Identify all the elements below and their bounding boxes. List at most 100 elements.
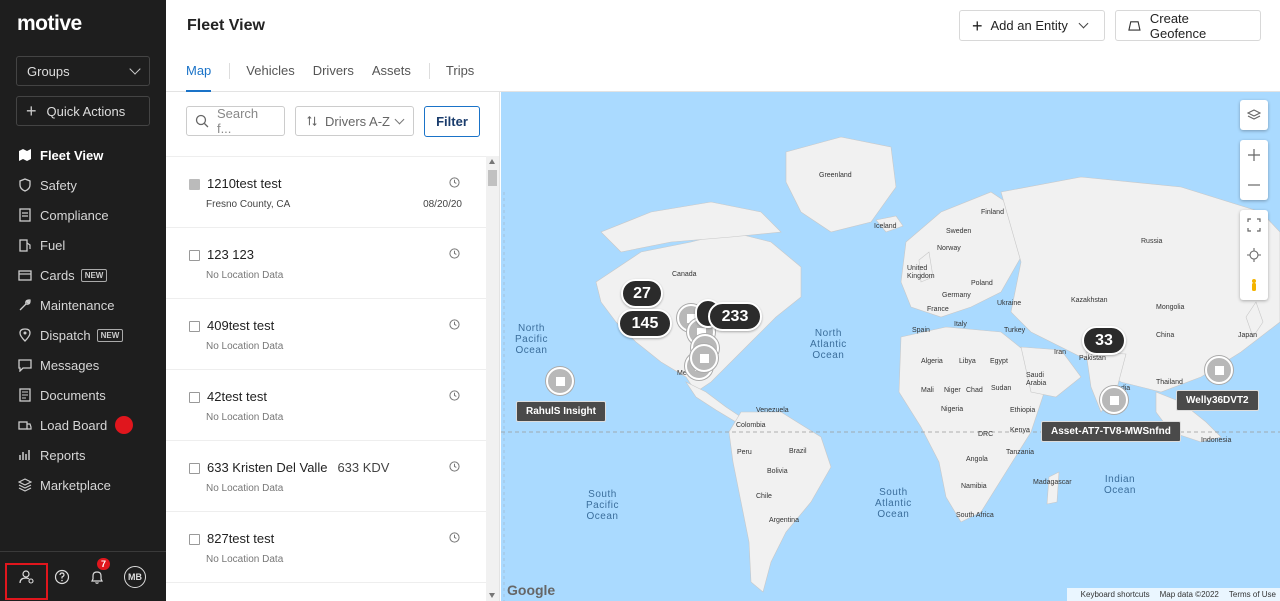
country-label: Brazil	[789, 448, 807, 455]
driver-name: 42test test	[207, 389, 267, 404]
sidebar-item-label: Load Board	[40, 417, 108, 433]
locate-button[interactable]	[1240, 240, 1268, 270]
file-icon	[18, 388, 32, 402]
terms-link[interactable]: Terms of Use	[1229, 590, 1276, 599]
keyboard-shortcuts-link[interactable]: Keyboard shortcuts	[1081, 590, 1150, 599]
zoom-in-button[interactable]	[1240, 140, 1268, 170]
sidebar-item-dispatch[interactable]: Dispatch NEW	[0, 320, 166, 350]
scroll-down-icon[interactable]	[489, 593, 495, 598]
shield-icon	[18, 178, 32, 192]
row-checkbox[interactable]	[189, 250, 200, 261]
tab-assets[interactable]: Assets	[372, 63, 411, 92]
tab-trips[interactable]: Trips	[446, 63, 474, 92]
sort-icon	[307, 115, 317, 127]
layers-control[interactable]	[1240, 100, 1268, 130]
sidebar-item-marketplace[interactable]: Marketplace	[0, 470, 166, 500]
scroll-up-icon[interactable]	[489, 159, 495, 164]
scroll-thumb[interactable]	[488, 170, 497, 186]
tab-drivers[interactable]: Drivers	[313, 63, 354, 92]
row-checkbox[interactable]	[189, 463, 200, 474]
chart-icon	[18, 448, 32, 462]
country-label: Iran	[1054, 349, 1067, 356]
vehicle-marker[interactable]	[690, 344, 718, 372]
country-label: Iceland	[874, 223, 897, 230]
list-item[interactable]: 409test test No Location Data	[166, 299, 486, 370]
vehicle-cluster[interactable]: 33	[1082, 326, 1126, 355]
row-checkbox[interactable]	[189, 392, 200, 403]
layers-icon	[1240, 100, 1268, 130]
quick-actions-button[interactable]: + Quick Actions	[16, 96, 150, 126]
add-entity-button[interactable]: + Add an Entity	[959, 10, 1105, 41]
avatar: MB	[124, 566, 146, 588]
sidebar-item-fuel[interactable]: Fuel	[0, 230, 166, 260]
sidebar-item-label: Compliance	[40, 207, 109, 223]
driver-name: 827test test	[207, 531, 275, 546]
asset-label[interactable]: Welly36DVT2	[1176, 390, 1259, 411]
tab-vehicles[interactable]: Vehicles	[246, 63, 294, 92]
asset-label[interactable]: RahulS Insight	[516, 401, 606, 422]
list-item[interactable]: 1210test test Fresno County, CA 08/20/20	[166, 157, 486, 228]
sidebar-item-load-board[interactable]: Load Board	[0, 410, 166, 440]
country-label: Saudi Arabia	[1026, 372, 1047, 387]
row-checkbox[interactable]	[189, 179, 200, 190]
list-item[interactable]: 633 Kristen Del Valle 633 KDV No Location…	[166, 441, 486, 512]
motive-logo[interactable]: motive	[17, 12, 82, 36]
zoom-out-button[interactable]	[1240, 170, 1268, 200]
list-item[interactable]: 827test test No Location Data	[166, 512, 486, 583]
country-label: Egypt	[990, 358, 1008, 365]
quick-actions-label: Quick Actions	[46, 103, 126, 119]
ocean-label: Indian Ocean	[1104, 474, 1136, 496]
groups-dropdown[interactable]: Groups	[16, 56, 150, 86]
country-label: Algeria	[921, 358, 943, 365]
user-settings-button[interactable]	[12, 562, 42, 592]
sidebar-item-compliance[interactable]: Compliance	[0, 200, 166, 230]
country-label: Argentina	[769, 517, 799, 524]
notifications-button[interactable]: 7	[82, 558, 112, 592]
page-title: Fleet View	[187, 17, 265, 34]
list-item[interactable]: 123 123 No Location Data	[166, 228, 486, 299]
asset-marker[interactable]	[1205, 356, 1233, 384]
list-item[interactable]: 42test test No Location Data	[166, 370, 486, 441]
driver-location: No Location Data	[206, 341, 284, 352]
sidebar-item-documents[interactable]: Documents	[0, 380, 166, 410]
fullscreen-button[interactable]	[1240, 210, 1268, 240]
country-label: Madagascar	[1033, 479, 1072, 486]
sidebar-item-cards[interactable]: Cards NEW	[0, 260, 166, 290]
fleet-map[interactable]: Greenland Iceland Finland Sweden Norway …	[501, 92, 1280, 601]
driver-location: No Location Data	[206, 483, 284, 494]
sidebar-nav: Fleet View Safety Compliance Fuel Cards …	[0, 140, 166, 500]
sidebar-item-label: Cards	[40, 267, 75, 283]
row-checkbox[interactable]	[189, 321, 200, 332]
filter-button[interactable]: Filter	[424, 106, 480, 137]
row-checkbox[interactable]	[189, 534, 200, 545]
country-label: Chad	[966, 387, 983, 394]
view-tabs: Map Vehicles Drivers Assets Trips	[186, 63, 492, 92]
minus-icon	[1248, 184, 1260, 186]
sort-dropdown[interactable]: Drivers A-Z	[295, 106, 414, 136]
sidebar-item-messages[interactable]: Messages	[0, 350, 166, 380]
sidebar-item-fleet-view[interactable]: Fleet View	[0, 140, 166, 170]
sidebar-item-reports[interactable]: Reports	[0, 440, 166, 470]
search-input[interactable]: Search f...	[186, 106, 285, 136]
profile-button[interactable]: MB	[120, 562, 150, 592]
list-scrollbar[interactable]	[486, 156, 499, 601]
create-geofence-button[interactable]: Create Geofence	[1115, 10, 1261, 41]
help-button[interactable]	[47, 562, 77, 592]
country-label: France	[927, 306, 949, 313]
tab-map[interactable]: Map	[186, 63, 212, 92]
country-label: Indonesia	[1201, 437, 1232, 444]
fullscreen-icon	[1247, 218, 1261, 232]
plus-icon: +	[26, 101, 37, 121]
sidebar-item-maintenance[interactable]: Maintenance	[0, 290, 166, 320]
street-view-button[interactable]	[1240, 270, 1268, 300]
bell-icon	[91, 571, 103, 584]
asset-label[interactable]: Asset-AT7-TV8-MWSnfnd	[1041, 421, 1181, 442]
vehicle-cluster[interactable]: 145	[618, 309, 672, 338]
asset-marker[interactable]	[1100, 386, 1128, 414]
vehicle-cluster[interactable]: 27	[621, 279, 663, 308]
asset-marker[interactable]	[546, 367, 574, 395]
sidebar-footer: 7 MB	[0, 551, 166, 601]
vehicle-cluster[interactable]: 233	[708, 302, 762, 331]
sidebar-item-safety[interactable]: Safety	[0, 170, 166, 200]
plus-icon: +	[972, 15, 983, 36]
